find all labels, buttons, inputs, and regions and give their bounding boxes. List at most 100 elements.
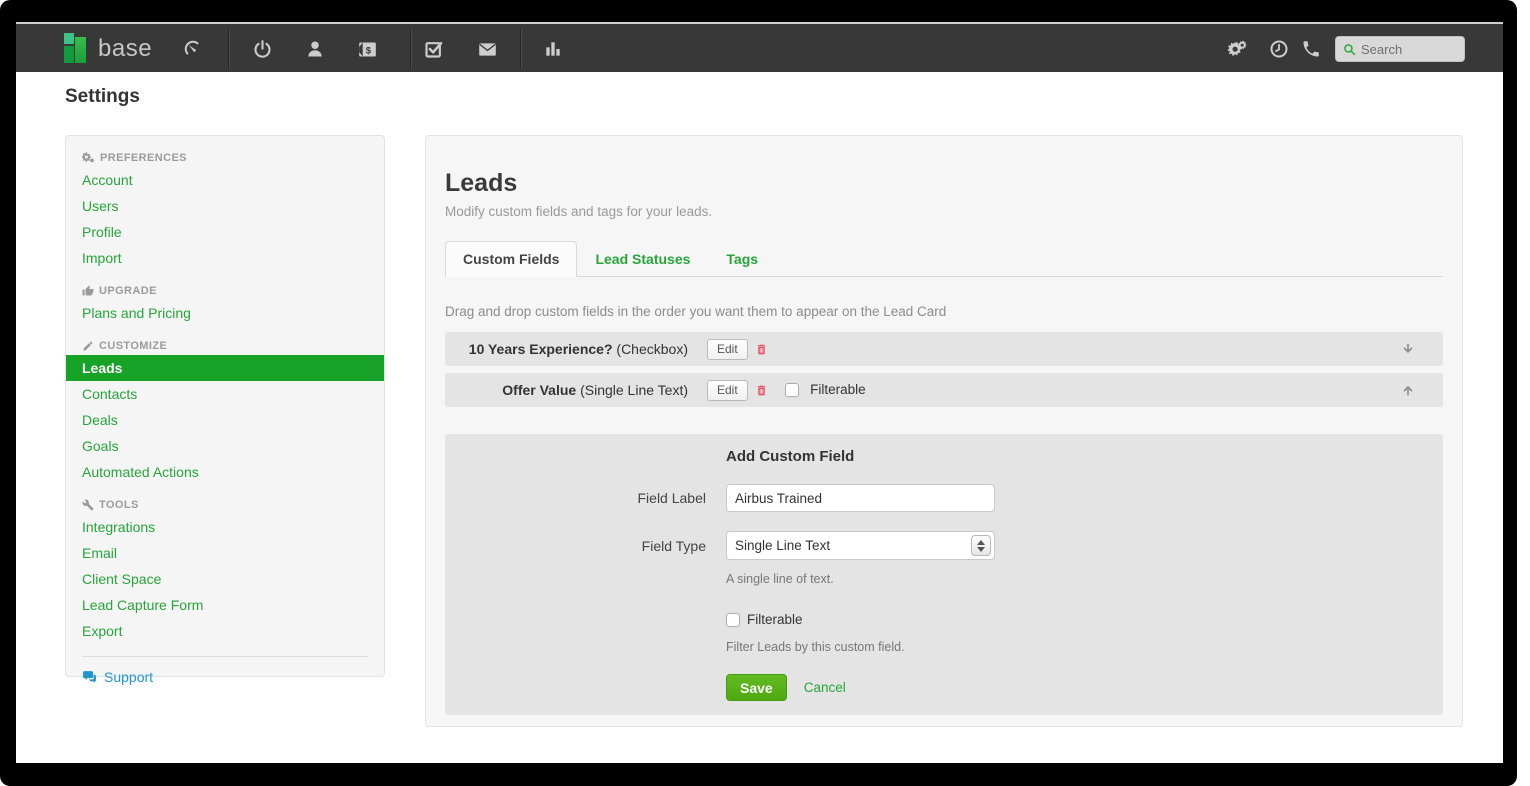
custom-field-row[interactable]: Offer Value (Single Line Text) Edit Filt… xyxy=(445,373,1443,407)
settings-gears-icon[interactable] xyxy=(1226,38,1248,60)
navbar-divider xyxy=(410,29,411,69)
section-header-upgrade: UPGRADE xyxy=(82,285,368,297)
field-type-text: (Checkbox) xyxy=(616,341,688,357)
sidebar-item-automated-actions[interactable]: Automated Actions xyxy=(66,459,384,485)
sidebar-item-plans-and-pricing[interactable]: Plans and Pricing xyxy=(66,300,384,326)
field-type-text: (Single Line Text) xyxy=(580,382,688,398)
custom-field-name: Offer Value (Single Line Text) xyxy=(445,382,688,398)
form-title: Add Custom Field xyxy=(726,448,855,465)
sidebar-item-lead-capture-form[interactable]: Lead Capture Form xyxy=(66,592,384,618)
top-navbar: base $ xyxy=(16,22,1503,72)
sidebar-item-deals[interactable]: Deals xyxy=(66,407,384,433)
sidebar-item-client-space[interactable]: Client Space xyxy=(66,566,384,592)
support-label: Support xyxy=(104,669,154,685)
edit-button[interactable]: Edit xyxy=(707,379,748,401)
base-logo-icon[interactable] xyxy=(64,33,90,63)
tasks-check-icon[interactable] xyxy=(423,38,445,60)
sidebar-item-integrations[interactable]: Integrations xyxy=(66,514,384,540)
custom-field-row[interactable]: 10 Years Experience? (Checkbox) Edit xyxy=(445,332,1443,366)
field-type-selected-value: Single Line Text xyxy=(735,538,831,553)
delete-trash-icon[interactable] xyxy=(755,382,769,398)
section-label: CUSTOMIZE xyxy=(99,340,168,352)
form-filterable-label: Filterable xyxy=(747,612,803,627)
brand-wordmark[interactable]: base xyxy=(98,35,152,63)
form-filterable-checkbox[interactable] xyxy=(726,612,740,627)
global-search[interactable] xyxy=(1335,36,1465,62)
field-label-input[interactable] xyxy=(726,484,995,512)
select-stepper-icon xyxy=(971,535,991,556)
svg-text:$: $ xyxy=(365,45,371,56)
save-button[interactable]: Save xyxy=(726,674,787,701)
app-page: base $ Search Settings PREFERENCES Accou… xyxy=(16,22,1503,763)
screenshot-canvas: base $ Search Settings PREFERENCES Accou… xyxy=(0,0,1530,786)
section-header-preferences: PREFERENCES xyxy=(82,151,368,164)
email-envelope-icon[interactable] xyxy=(476,38,498,60)
tab-custom-fields[interactable]: Custom Fields xyxy=(445,241,578,277)
field-name-text: Offer Value xyxy=(502,382,577,398)
tab-lead-statuses[interactable]: Lead Statuses xyxy=(577,241,708,276)
panel-title: Leads xyxy=(445,169,518,197)
sidebar-item-users[interactable]: Users xyxy=(66,193,384,219)
sidebar-item-profile[interactable]: Profile xyxy=(66,219,384,245)
sidebar-item-import[interactable]: Import xyxy=(66,245,384,271)
dashboard-gauge-icon[interactable] xyxy=(182,38,204,60)
field-label-row: Field Label xyxy=(445,484,1443,512)
filterable-group: Filterable xyxy=(784,381,866,399)
window-frame: base $ Search Settings PREFERENCES Accou… xyxy=(0,0,1517,786)
sidebar-item-account[interactable]: Account xyxy=(66,167,384,193)
tab-tags[interactable]: Tags xyxy=(708,241,776,276)
tab-bar: Custom Fields Lead Statuses Tags xyxy=(445,241,1443,277)
search-input[interactable] xyxy=(1361,41,1456,57)
leads-settings-panel: Leads Modify custom fields and tags for … xyxy=(425,135,1463,727)
panel-subtitle: Modify custom fields and tags for your l… xyxy=(445,204,713,219)
contacts-person-icon[interactable] xyxy=(304,38,326,60)
sidebar-item-contacts[interactable]: Contacts xyxy=(66,381,384,407)
field-type-select[interactable]: Single Line Text xyxy=(726,531,995,560)
cancel-link[interactable]: Cancel xyxy=(804,680,846,695)
section-header-tools: TOOLS xyxy=(82,499,368,511)
history-clock-icon[interactable] xyxy=(1268,38,1290,60)
sales-dollar-icon[interactable]: $ xyxy=(356,38,378,60)
field-type-label: Field Type xyxy=(641,537,706,554)
filterable-row: Filterable xyxy=(726,612,1443,627)
sidebar-item-email[interactable]: Email xyxy=(66,540,384,566)
move-up-arrow-icon[interactable] xyxy=(1401,383,1415,397)
logo-block-teal xyxy=(64,33,74,44)
wrench-icon xyxy=(82,499,94,511)
sidebar-item-support[interactable]: Support xyxy=(66,657,384,685)
delete-trash-icon[interactable] xyxy=(755,341,769,357)
custom-field-name: 10 Years Experience? (Checkbox) xyxy=(445,341,688,357)
chat-bubbles-icon xyxy=(83,671,96,683)
move-down-arrow-icon[interactable] xyxy=(1401,342,1415,356)
field-name-text: 10 Years Experience? xyxy=(468,341,613,357)
form-actions: Save Cancel xyxy=(726,674,1443,701)
gears-icon xyxy=(82,152,94,163)
section-label: TOOLS xyxy=(99,499,139,511)
filterable-label: Filterable xyxy=(810,382,866,398)
logo-block-dark xyxy=(64,46,74,63)
add-custom-field-form: Add Custom Field Field Label Field Type … xyxy=(445,434,1443,715)
logo-block-green xyxy=(75,37,86,63)
filterable-checkbox[interactable] xyxy=(784,382,799,397)
search-magnifier-icon xyxy=(1344,43,1356,55)
page-title: Settings xyxy=(65,86,140,107)
pencil-icon xyxy=(83,341,93,351)
field-label-label: Field Label xyxy=(637,490,707,506)
thumbs-up-icon xyxy=(82,285,94,296)
settings-sidebar: PREFERENCES Account Users Profile Import… xyxy=(65,135,385,685)
sidebar-item-export[interactable]: Export xyxy=(66,618,384,644)
field-type-help: A single line of text. xyxy=(726,572,834,586)
sidebar-item-leads[interactable]: Leads xyxy=(66,355,384,381)
section-header-customize: CUSTOMIZE xyxy=(82,340,368,352)
drag-drop-hint: Drag and drop custom fields in the order… xyxy=(445,304,947,319)
sidebar-item-goals[interactable]: Goals xyxy=(66,433,384,459)
edit-button[interactable]: Edit xyxy=(707,338,748,360)
section-label: PREFERENCES xyxy=(100,151,187,164)
phone-icon[interactable] xyxy=(1300,38,1322,60)
filterable-help: Filter Leads by this custom field. xyxy=(726,640,905,654)
reports-bars-icon[interactable] xyxy=(542,38,564,60)
leads-power-icon[interactable] xyxy=(251,38,273,60)
section-label: UPGRADE xyxy=(99,285,157,297)
navbar-divider xyxy=(228,29,229,69)
navbar-divider xyxy=(520,29,521,69)
